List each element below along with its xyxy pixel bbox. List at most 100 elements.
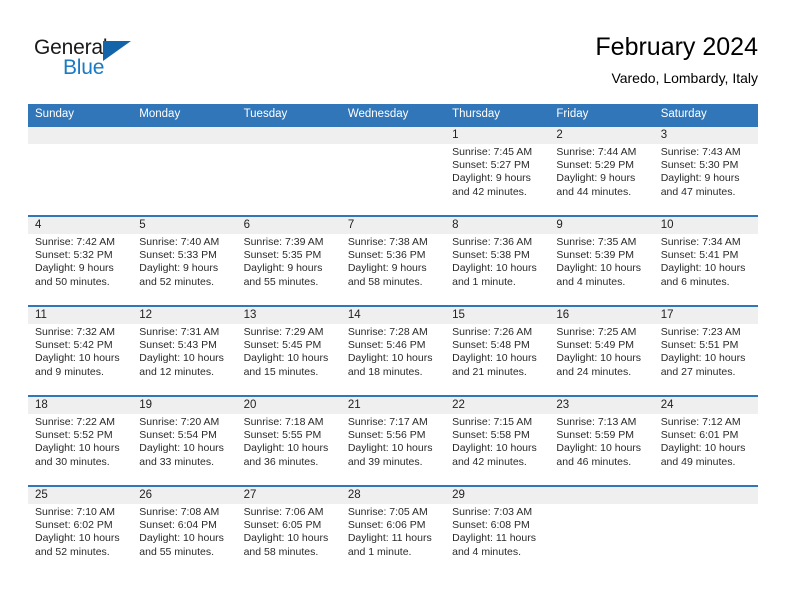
day-number[interactable]: 6 <box>237 217 341 234</box>
day-number[interactable]: 25 <box>28 487 132 504</box>
weekday-thursday: Thursday <box>452 108 501 120</box>
sunset-text: Sunset: 5:30 PM <box>660 159 739 172</box>
day-number[interactable]: 7 <box>341 217 445 234</box>
day-cell: Sunrise: 7:28 AM Sunset: 5:46 PM Dayligh… <box>341 324 445 395</box>
calendar-page: General Blue February 2024 Varedo, Lomba… <box>0 0 792 612</box>
day-number[interactable]: 27 <box>237 487 341 504</box>
day-number[interactable]: 16 <box>549 307 653 324</box>
day-number[interactable]: 24 <box>654 397 758 414</box>
day-number[interactable]: 14 <box>341 307 445 324</box>
sunrise-text: Sunrise: 7:05 AM <box>347 506 428 518</box>
sunrise-text: Sunrise: 7:29 AM <box>243 326 324 338</box>
day-cell: Sunrise: 7:36 AM Sunset: 5:38 PM Dayligh… <box>445 234 549 305</box>
day-cell: Sunrise: 7:35 AM Sunset: 5:39 PM Dayligh… <box>549 234 653 305</box>
weekday-header-row: Sunday Monday Tuesday Wednesday Thursday… <box>28 104 758 125</box>
calendar-week-row: 25 26 27 28 29 Sunrise: 7:10 AM Sunset: … <box>28 485 758 575</box>
sunrise-text: Sunrise: 7:40 AM <box>139 236 220 248</box>
sunset-text: Sunset: 6:01 PM <box>660 429 739 442</box>
daylight-text: Daylight: 10 hours and 55 minutes. <box>139 532 224 558</box>
day-cell: Sunrise: 7:03 AM Sunset: 6:08 PM Dayligh… <box>445 504 549 575</box>
sunrise-text: Sunrise: 7:18 AM <box>243 416 324 428</box>
day-number[interactable]: 20 <box>237 397 341 414</box>
day-number[interactable]: 17 <box>654 307 758 324</box>
day-number[interactable]: 3 <box>654 127 758 144</box>
day-number[interactable]: 18 <box>28 397 132 414</box>
page-title: February 2024 <box>595 33 758 61</box>
day-number-band: 11 12 13 14 15 16 17 <box>28 307 758 324</box>
daylight-text: Daylight: 10 hours and 27 minutes. <box>660 352 746 378</box>
sunset-text: Sunset: 5:29 PM <box>556 159 635 172</box>
day-number[interactable]: 13 <box>237 307 341 324</box>
daylight-text: Daylight: 9 hours and 47 minutes. <box>660 172 740 198</box>
day-detail-band: Sunrise: 7:45 AM Sunset: 5:27 PM Dayligh… <box>28 144 758 215</box>
day-cell: Sunrise: 7:08 AM Sunset: 6:04 PM Dayligh… <box>132 504 236 575</box>
day-number[interactable]: 15 <box>445 307 549 324</box>
general-blue-logo[interactable]: General Blue <box>34 36 164 84</box>
day-cell: Sunrise: 7:38 AM Sunset: 5:36 PM Dayligh… <box>341 234 445 305</box>
sunset-text: Sunset: 5:42 PM <box>35 339 113 352</box>
day-number[interactable]: 12 <box>132 307 236 324</box>
daylight-text: Daylight: 10 hours and 21 minutes. <box>452 352 537 378</box>
day-cell <box>28 144 132 215</box>
day-number-band: 25 26 27 28 29 <box>28 487 758 504</box>
sunrise-text: Sunrise: 7:22 AM <box>35 416 115 428</box>
sunset-text: Sunset: 5:55 PM <box>243 429 322 442</box>
day-number[interactable]: 1 <box>445 127 549 144</box>
day-number[interactable] <box>549 487 653 504</box>
sunset-text: Sunset: 6:06 PM <box>347 519 426 532</box>
day-number[interactable] <box>654 487 758 504</box>
day-cell: Sunrise: 7:45 AM Sunset: 5:27 PM Dayligh… <box>445 144 549 215</box>
sunrise-text: Sunrise: 7:45 AM <box>452 146 533 158</box>
day-cell: Sunrise: 7:40 AM Sunset: 5:33 PM Dayligh… <box>132 234 236 305</box>
day-detail-band: Sunrise: 7:22 AM Sunset: 5:52 PM Dayligh… <box>28 414 758 485</box>
logo-text-blue: Blue <box>63 56 105 79</box>
day-number[interactable] <box>237 127 341 144</box>
sunrise-text: Sunrise: 7:31 AM <box>139 326 220 338</box>
sunrise-text: Sunrise: 7:36 AM <box>452 236 533 248</box>
day-number[interactable] <box>341 127 445 144</box>
daylight-text: Daylight: 9 hours and 55 minutes. <box>243 262 323 288</box>
day-number[interactable]: 28 <box>341 487 445 504</box>
day-number[interactable]: 4 <box>28 217 132 234</box>
page-subtitle: Varedo, Lombardy, Italy <box>611 70 758 86</box>
day-number[interactable]: 21 <box>341 397 445 414</box>
day-cell: Sunrise: 7:12 AM Sunset: 6:01 PM Dayligh… <box>654 414 758 485</box>
page-header: General Blue February 2024 Varedo, Lomba… <box>0 0 792 104</box>
day-number[interactable] <box>132 127 236 144</box>
day-number-band: 18 19 20 21 22 23 24 <box>28 397 758 414</box>
sunset-text: Sunset: 5:33 PM <box>139 249 217 262</box>
calendar-week-row: 18 19 20 21 22 23 24 Sunrise: 7:22 AM Su… <box>28 395 758 485</box>
sunset-text: Sunset: 5:51 PM <box>660 339 739 352</box>
sunrise-text: Sunrise: 7:03 AM <box>452 506 533 518</box>
day-number[interactable]: 10 <box>654 217 758 234</box>
sunrise-text: Sunrise: 7:38 AM <box>347 236 428 248</box>
day-number[interactable]: 29 <box>445 487 549 504</box>
sunrise-text: Sunrise: 7:44 AM <box>556 146 637 158</box>
day-number[interactable]: 19 <box>132 397 236 414</box>
day-number[interactable]: 2 <box>549 127 653 144</box>
sunset-text: Sunset: 5:59 PM <box>556 429 635 442</box>
day-number[interactable]: 8 <box>445 217 549 234</box>
daylight-text: Daylight: 11 hours and 1 minute. <box>347 532 432 558</box>
day-number[interactable]: 26 <box>132 487 236 504</box>
day-cell: Sunrise: 7:34 AM Sunset: 5:41 PM Dayligh… <box>654 234 758 305</box>
calendar-week-row: 11 12 13 14 15 16 17 Sunrise: 7:32 AM Su… <box>28 305 758 395</box>
day-number[interactable]: 11 <box>28 307 132 324</box>
day-number[interactable]: 9 <box>549 217 653 234</box>
day-cell: Sunrise: 7:23 AM Sunset: 5:51 PM Dayligh… <box>654 324 758 395</box>
day-number[interactable]: 23 <box>549 397 653 414</box>
weekday-tuesday: Tuesday <box>243 108 288 120</box>
sunset-text: Sunset: 5:41 PM <box>660 249 739 262</box>
day-number[interactable]: 5 <box>132 217 236 234</box>
weekday-monday: Monday <box>139 108 181 120</box>
sunrise-text: Sunrise: 7:42 AM <box>35 236 115 248</box>
sunset-text: Sunset: 5:48 PM <box>452 339 530 352</box>
day-number[interactable] <box>28 127 132 144</box>
day-cell: Sunrise: 7:06 AM Sunset: 6:05 PM Dayligh… <box>237 504 341 575</box>
weekday-saturday: Saturday <box>660 108 707 120</box>
calendar-week-row: 1 2 3 Sunrise: 7:45 AM Sunset: 5:27 PM D… <box>28 125 758 215</box>
day-number[interactable]: 22 <box>445 397 549 414</box>
sunrise-text: Sunrise: 7:10 AM <box>35 506 115 518</box>
title-block: February 2024 Varedo, Lombardy, Italy <box>595 32 758 88</box>
day-cell <box>237 144 341 215</box>
